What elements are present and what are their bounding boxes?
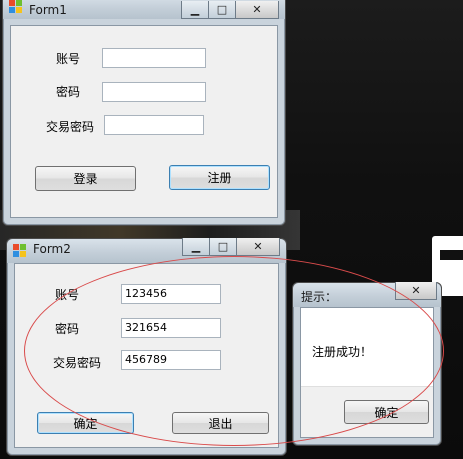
trade-password-label: 交易密码 — [46, 120, 95, 134]
form2-title: Form2 — [33, 242, 71, 256]
confirm-button[interactable]: 确定 — [37, 412, 134, 434]
close-button[interactable]: ✕ — [237, 238, 280, 256]
ok-button[interactable]: 确定 — [344, 400, 429, 424]
close-button[interactable]: ✕ — [236, 1, 279, 19]
form1-title: Form1 — [29, 3, 67, 17]
close-icon: ✕ — [252, 3, 262, 16]
minimize-button[interactable]: ▁ — [182, 238, 210, 256]
close-icon: ✕ — [253, 240, 263, 253]
minimize-icon: ▁ — [191, 240, 201, 253]
message-dialog: 提示： ✕ 注册成功！ 确定 — [292, 282, 442, 446]
dialog-title: 提示： — [301, 290, 338, 304]
form2-client: 账号 123456 密码 321654 交易密码 456789 确定 退出 — [14, 263, 279, 448]
account-input[interactable] — [102, 48, 206, 68]
form2-window: Form2 ▁ □ ✕ 账号 123456 密码 321654 交易密码 456… — [6, 238, 287, 456]
form1-window: Form1 ▁ □ ✕ 账号 密码 交易密码 登录 注册 — [2, 0, 286, 226]
minimize-icon: ▁ — [190, 3, 200, 16]
trade-password-input[interactable]: 456789 — [121, 350, 221, 370]
maximize-button[interactable]: □ — [210, 238, 237, 256]
exit-button[interactable]: 退出 — [172, 412, 269, 434]
dialog-client: 注册成功！ 确定 — [300, 307, 434, 438]
trade-password-label: 交易密码 — [53, 356, 102, 370]
maximize-icon: □ — [217, 240, 229, 253]
app-icon — [9, 0, 23, 14]
password-label: 密码 — [56, 85, 81, 99]
trade-password-input[interactable] — [104, 115, 204, 135]
form1-client: 账号 密码 交易密码 登录 注册 — [10, 25, 278, 218]
form1-caption-buttons: ▁ □ ✕ — [181, 1, 279, 19]
form2-titlebar[interactable]: Form2 ▁ □ ✕ — [7, 238, 286, 263]
password-label: 密码 — [55, 322, 80, 336]
register-button[interactable]: 注册 — [169, 165, 270, 190]
dialog-message: 注册成功！ — [312, 345, 373, 359]
form1-titlebar[interactable]: Form1 ▁ □ ✕ — [3, 0, 285, 19]
maximize-button[interactable]: □ — [209, 1, 236, 19]
account-label: 账号 — [55, 288, 80, 302]
close-icon: ✕ — [411, 284, 421, 297]
minimize-button[interactable]: ▁ — [181, 1, 209, 19]
account-label: 账号 — [56, 52, 81, 66]
close-button[interactable]: ✕ — [395, 282, 437, 300]
account-input[interactable]: 123456 — [121, 284, 221, 304]
password-input[interactable]: 321654 — [121, 318, 221, 338]
dialog-caption-buttons: ✕ — [395, 282, 437, 300]
form2-caption-buttons: ▁ □ ✕ — [182, 238, 280, 256]
password-input[interactable] — [102, 82, 206, 102]
dialog-titlebar[interactable]: 提示： ✕ — [293, 282, 441, 307]
login-button[interactable]: 登录 — [35, 166, 136, 191]
maximize-icon: □ — [216, 3, 228, 16]
app-icon — [13, 244, 27, 258]
